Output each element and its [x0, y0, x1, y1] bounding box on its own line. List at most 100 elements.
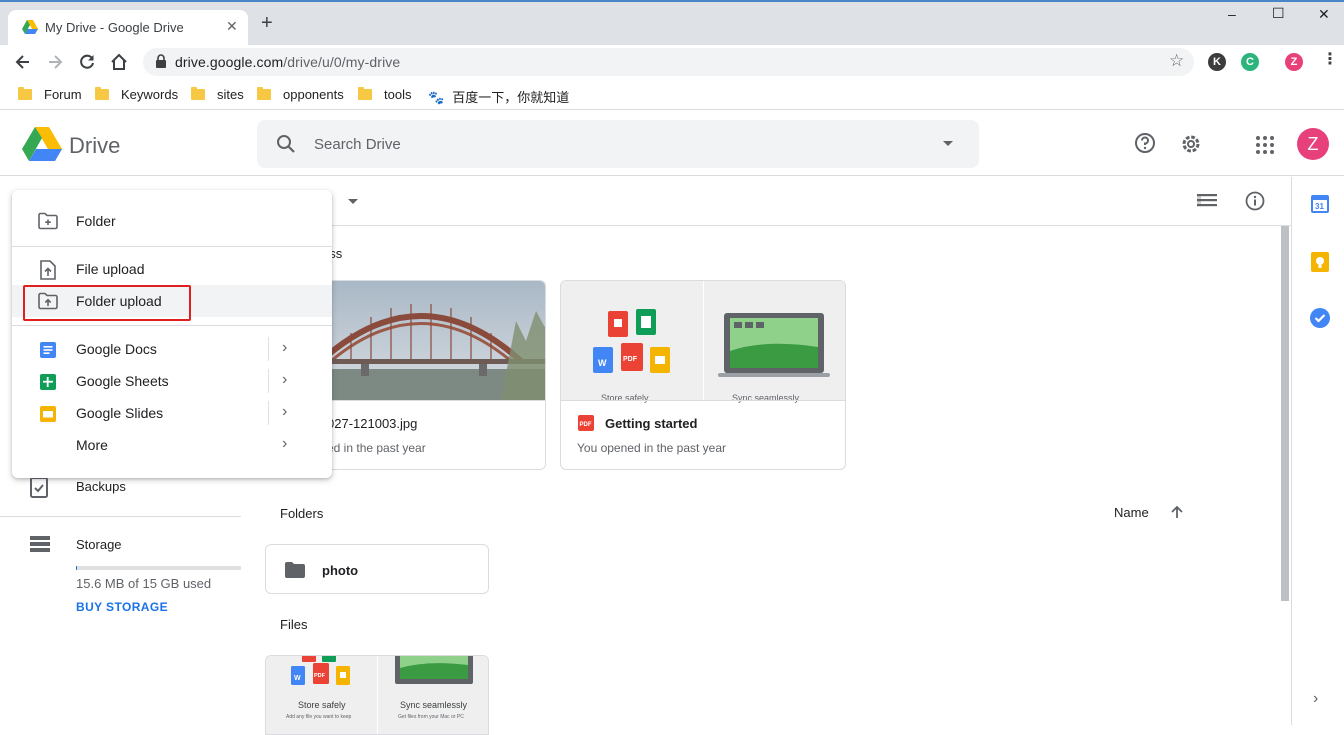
store-safely-subcaption: Add any file you want to keep	[286, 714, 352, 720]
bookmark-tools[interactable]: tools	[358, 87, 411, 102]
menu-item-google-docs[interactable]: Google Docs ›	[12, 333, 332, 365]
chevron-right-icon[interactable]: ›	[282, 371, 287, 389]
browser-tab-active[interactable]: My Drive - Google Drive ✕	[8, 10, 248, 45]
menu-item-label: Folder	[76, 213, 116, 229]
nav-storage[interactable]: Storage	[76, 537, 122, 552]
card-file-subtitle: You opened in the past year	[577, 441, 727, 455]
menu-item-google-sheets[interactable]: Google Sheets ›	[12, 365, 332, 397]
chevron-right-icon[interactable]: ›	[282, 435, 287, 453]
svg-text:W: W	[294, 675, 301, 682]
calendar-day: 31	[1315, 202, 1324, 211]
extension-c-icon[interactable]: C	[1241, 53, 1259, 71]
store-safely-caption: Store safely	[298, 700, 346, 710]
details-info-icon[interactable]	[1245, 191, 1265, 216]
google-sheets-icon	[40, 374, 56, 395]
help-icon[interactable]	[1134, 132, 1156, 159]
bridge-photo-thumbnail	[301, 281, 545, 400]
file-upload-icon	[40, 260, 56, 285]
search-icon[interactable]	[276, 134, 296, 159]
browser-menu-icon[interactable]: ⋮	[1322, 52, 1338, 68]
chevron-right-icon[interactable]: ›	[282, 339, 287, 357]
menu-divider	[12, 325, 332, 326]
menu-item-more[interactable]: More ›	[12, 429, 332, 461]
folder-icon	[191, 87, 205, 100]
search-box[interactable]: Search Drive	[257, 120, 979, 168]
keep-addon-icon[interactable]	[1311, 252, 1329, 277]
search-options-dropdown-icon[interactable]	[943, 141, 953, 146]
url-text: drive.google.com/drive/u/0/my-drive	[175, 54, 400, 70]
menu-item-label: More	[76, 437, 108, 453]
card-file-subtitle: ed in the past year	[327, 441, 426, 455]
minimize-window-icon[interactable]: –	[1228, 6, 1236, 22]
chevron-right-icon[interactable]: ›	[282, 403, 287, 421]
submenu-separator	[268, 401, 269, 425]
sort-by-name-button[interactable]: Name	[1114, 505, 1149, 520]
nav-divider	[0, 516, 241, 517]
quick-access-card-photo[interactable]: 027-121003.jpg ed in the past year	[300, 280, 546, 470]
storage-used-text: 15.6 MB of 15 GB used	[76, 576, 212, 591]
apps-grid-icon[interactable]	[1256, 136, 1274, 159]
bookmark-label: tools	[384, 87, 412, 102]
settings-gear-icon[interactable]	[1179, 132, 1203, 161]
menu-item-google-slides[interactable]: Google Slides ›	[12, 397, 332, 429]
profile-avatar-icon[interactable]: Z	[1285, 53, 1303, 71]
menu-item-file-upload[interactable]: File upload	[12, 253, 332, 285]
storage-icon	[30, 536, 50, 557]
files-label: Files	[280, 617, 308, 632]
my-drive-dropdown-icon[interactable]	[348, 199, 358, 204]
tab-close-icon[interactable]: ✕	[226, 18, 238, 35]
nav-backups[interactable]: Backups	[76, 479, 126, 494]
new-tab-button[interactable]: +	[261, 13, 273, 33]
sync-seamlessly-thumbnail: Sync seamlessly Get files from your Mac …	[378, 656, 488, 734]
folder-icon	[257, 87, 271, 100]
bookmark-label: opponents	[283, 87, 344, 102]
buy-storage-link[interactable]: BUY STORAGE	[76, 600, 168, 614]
quick-access-card-getting-started[interactable]: W PDF Store safely Sync seamlessly PDF G…	[560, 280, 846, 470]
sync-seamlessly-caption: Sync seamlessly	[732, 393, 800, 403]
app-name[interactable]: Drive	[69, 133, 120, 159]
tasks-addon-icon[interactable]	[1310, 308, 1330, 333]
file-card-getting-started[interactable]: W PDF Store safely Add any file you want…	[265, 655, 489, 735]
menu-item-folder[interactable]: Folder	[12, 205, 332, 237]
home-icon[interactable]	[109, 52, 133, 72]
baidu-paw-icon: 🐾	[428, 90, 445, 105]
store-safely-caption: Store safely	[601, 393, 649, 403]
sort-direction-arrow-icon[interactable]	[1170, 505, 1184, 524]
url-host: drive.google.com	[175, 54, 284, 70]
folder-icon	[18, 87, 32, 100]
svg-text:PDF: PDF	[580, 422, 592, 428]
reload-icon[interactable]	[77, 52, 101, 72]
bookmark-keywords[interactable]: Keywords	[95, 87, 178, 102]
bookmark-star-icon[interactable]: ☆	[1169, 51, 1184, 71]
google-drive-favicon-icon	[22, 20, 38, 39]
google-slides-icon	[40, 406, 56, 427]
calendar-addon-icon[interactable]: 31	[1311, 195, 1329, 218]
bookmark-baidu[interactable]: 🐾 百度一下，你就知道	[428, 87, 569, 106]
address-bar[interactable]: drive.google.com/drive/u/0/my-drive ☆	[143, 48, 1194, 76]
close-window-icon[interactable]: ✕	[1318, 6, 1330, 23]
extension-k-icon[interactable]: K	[1208, 53, 1226, 71]
menu-item-label: File upload	[76, 261, 145, 277]
browser-tab-strip: My Drive - Google Drive ✕ + – ☐ ✕	[0, 0, 1344, 45]
search-input[interactable]: Search Drive	[314, 136, 401, 153]
forward-icon[interactable]	[45, 52, 69, 72]
back-icon[interactable]	[13, 52, 37, 72]
menu-item-label: Google Docs	[76, 341, 157, 357]
maximize-window-icon[interactable]: ☐	[1272, 5, 1285, 22]
folder-card-photo[interactable]: photo	[265, 544, 489, 594]
expand-side-panel-icon[interactable]: ›	[1313, 690, 1318, 708]
folder-icon	[95, 87, 109, 100]
menu-divider	[12, 246, 332, 247]
bookmark-sites[interactable]: sites	[191, 87, 244, 102]
submenu-separator	[268, 337, 269, 361]
google-drive-logo-icon[interactable]	[22, 127, 62, 166]
new-item-menu: Folder File upload Folder upload Google …	[12, 190, 332, 478]
bookmark-opponents[interactable]: opponents	[257, 87, 344, 102]
submenu-separator	[268, 369, 269, 393]
content-scrollbar[interactable]	[1281, 226, 1289, 601]
list-view-icon[interactable]	[1197, 193, 1217, 214]
backups-icon	[30, 476, 48, 503]
account-avatar[interactable]: Z	[1297, 128, 1329, 160]
bookmark-forum[interactable]: Forum	[18, 87, 82, 102]
pdf-file-icon: PDF	[578, 415, 594, 436]
